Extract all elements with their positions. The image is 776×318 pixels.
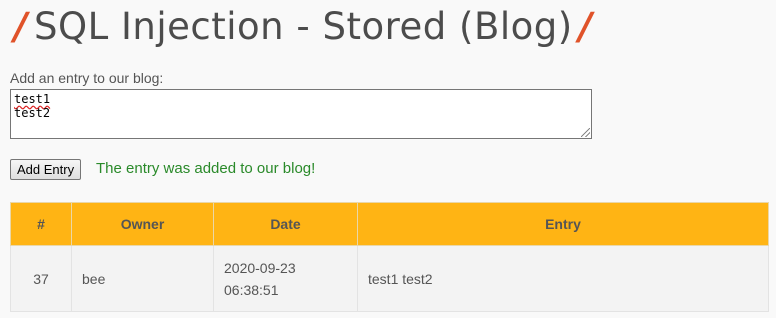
status-message: The entry was added to our blog! [96,160,316,177]
cell-entry: test1 test2 [357,245,769,312]
page-title: / SQL Injection - Stored (Blog) / [8,0,599,52]
column-header-date: Date [213,202,358,246]
title-slash-left: / [14,4,29,48]
textarea-line-1: test1 [14,92,51,106]
cell-owner: bee [71,245,214,312]
table-header-row: # Owner Date Entry [10,202,769,246]
cell-id: 37 [10,245,72,312]
page-title-text: SQL Injection - Stored (Blog) [34,4,573,48]
cell-date-time: 06:38:51 [224,281,279,298]
column-header-id: # [10,202,72,246]
textarea-line-2: test2 [14,106,51,120]
title-slash-right: / [578,4,593,48]
add-entry-button[interactable]: Add Entry [10,159,82,180]
entry-textarea[interactable]: test1 test2 [10,89,592,139]
resize-grip-icon[interactable] [581,128,590,137]
blog-table: # Owner Date Entry 37 bee 2020-09-23 06:3… [10,202,769,312]
column-header-entry: Entry [357,202,769,246]
cell-date-day: 2020-09-23 [224,259,296,276]
table-row: 37 bee 2020-09-23 06:38:51 test1 test2 [10,245,769,312]
cell-date: 2020-09-23 06:38:51 [213,245,358,312]
column-header-owner: Owner [71,202,214,246]
entry-label: Add an entry to our blog: [10,70,164,86]
